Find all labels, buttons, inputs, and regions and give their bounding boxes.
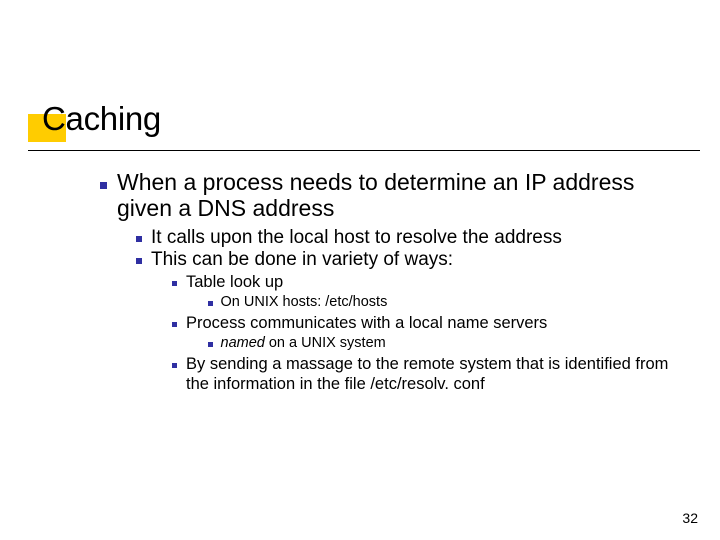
italic-term: named [221, 335, 265, 351]
bullet-text: On UNIX hosts: /etc/hosts [221, 293, 681, 313]
square-bullet-icon [100, 182, 107, 189]
square-bullet-icon [208, 342, 213, 347]
square-bullet-icon [136, 258, 142, 264]
bullet-l3: By sending a massage to the remote syste… [172, 354, 680, 394]
square-bullet-icon [208, 301, 213, 306]
slide-title: Caching [42, 100, 161, 138]
square-bullet-icon [172, 281, 177, 286]
bullet-l2: It calls upon the local host to resolve … [136, 227, 680, 249]
bullet-text: When a process needs to determine an IP … [117, 169, 680, 221]
content-body: When a process needs to determine an IP … [100, 169, 680, 394]
bullet-text: This can be done in variety of ways: [151, 249, 680, 271]
bullet-l3: Table look up [172, 272, 680, 292]
bullet-l4: On UNIX hosts: /etc/hosts [208, 293, 680, 313]
bullet-text: It calls upon the local host to resolve … [151, 227, 680, 249]
title-underline [28, 150, 700, 151]
page-number: 32 [682, 510, 698, 526]
slide: Caching When a process needs to determin… [0, 0, 720, 540]
bullet-text: named on a UNIX system [221, 334, 681, 354]
square-bullet-icon [172, 363, 177, 368]
square-bullet-icon [136, 236, 142, 242]
bullet-text: Process communicates with a local name s… [186, 313, 680, 333]
title-block: Caching [42, 100, 161, 138]
bullet-l1: When a process needs to determine an IP … [100, 169, 680, 221]
bullet-l4: named on a UNIX system [208, 334, 680, 354]
bullet-text-rest: on a UNIX system [265, 335, 386, 351]
bullet-text: Table look up [186, 272, 680, 292]
bullet-l2: This can be done in variety of ways: [136, 249, 680, 271]
square-bullet-icon [172, 322, 177, 327]
bullet-text: By sending a massage to the remote syste… [186, 354, 680, 394]
bullet-l3: Process communicates with a local name s… [172, 313, 680, 333]
